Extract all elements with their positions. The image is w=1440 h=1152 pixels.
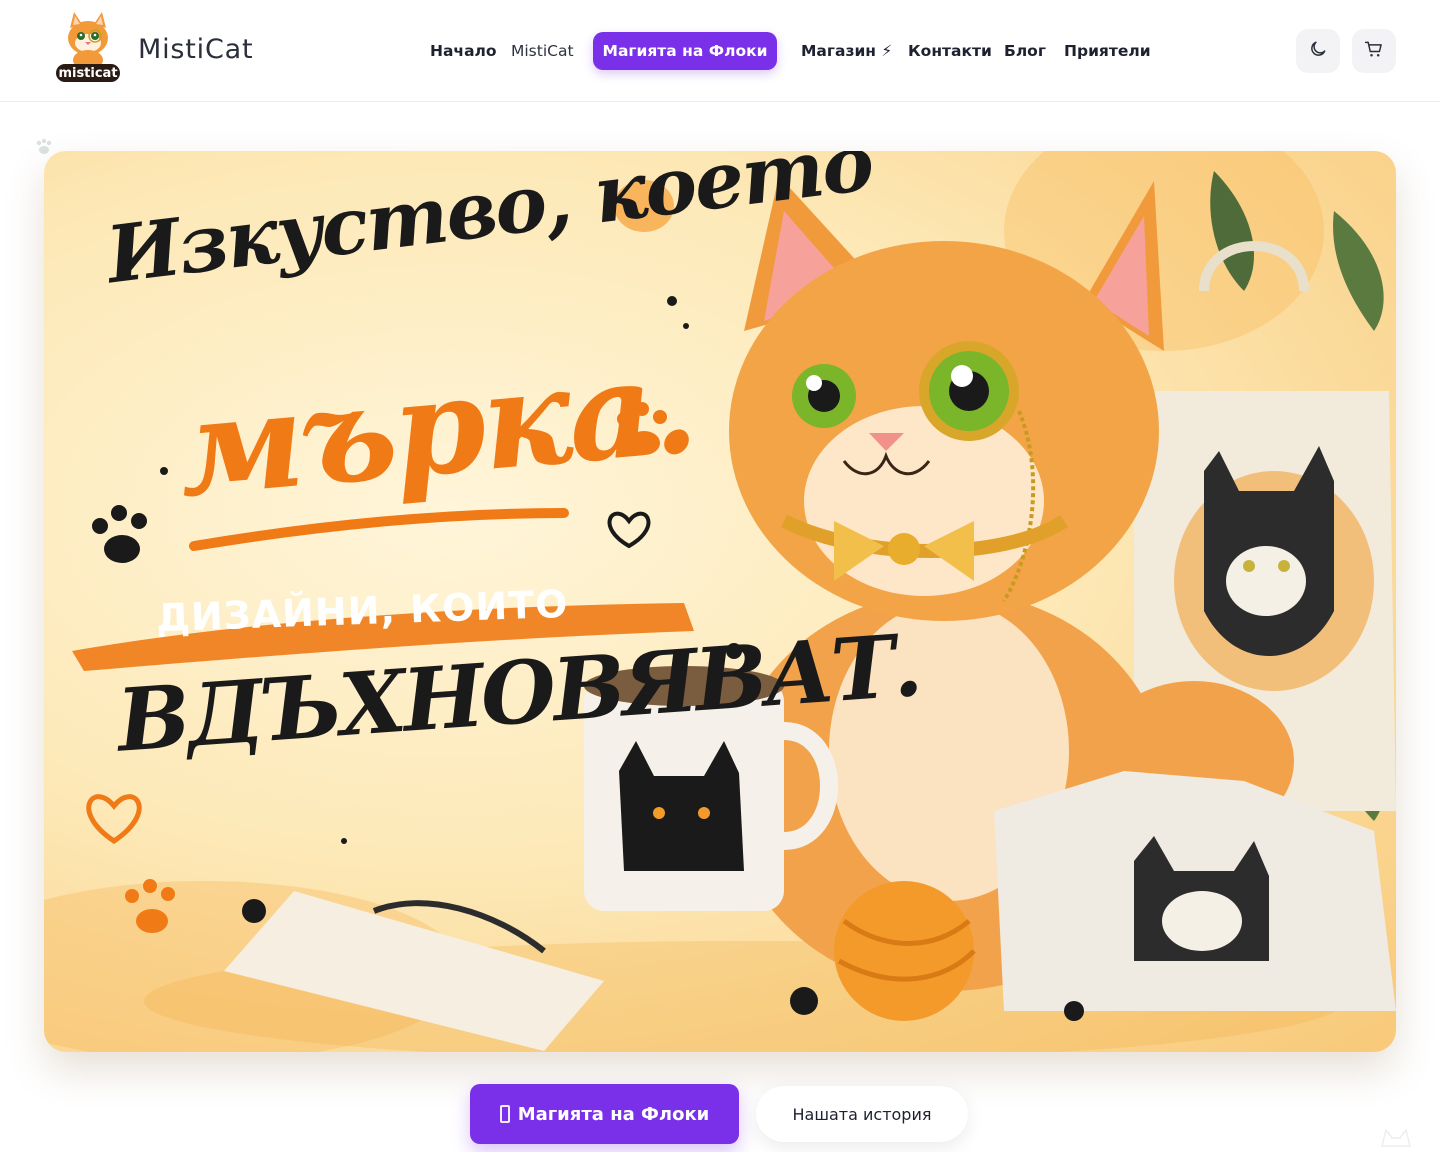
nav-floki-magic[interactable]: Магията на Флоки: [593, 32, 777, 70]
nav-home[interactable]: Начало: [430, 32, 497, 70]
cart-icon: [1364, 39, 1384, 64]
floki-magic-button-label: Магията на Флоки: [517, 1103, 710, 1125]
theme-toggle-button[interactable]: [1296, 29, 1340, 73]
misticat-logo[interactable]: misticat: [54, 12, 124, 84]
our-story-button[interactable]: Нашата история: [756, 1086, 968, 1142]
moon-icon: [1308, 39, 1328, 64]
cat-icon: [1378, 1124, 1414, 1150]
floki-magic-button[interactable]: Магията на Флоки: [470, 1084, 739, 1144]
nav-blog[interactable]: Блог: [1004, 32, 1046, 70]
nav-shop[interactable]: Магазин ⚡: [801, 32, 892, 70]
svg-text:misticat: misticat: [58, 66, 117, 81]
nav-misticat[interactable]: MistiCat: [511, 32, 574, 70]
brand-name[interactable]: MistiCat: [138, 34, 253, 65]
site-header: misticat MistiCat Начало MistiCat Магият…: [0, 0, 1440, 102]
nav-contacts[interactable]: Контакти: [908, 32, 992, 70]
cart-button[interactable]: [1352, 29, 1396, 73]
hero-banner: Изкуство, което мърка. ДИЗАЙНИ, КОИТО ВД…: [44, 151, 1396, 1052]
nav-friends[interactable]: Приятели: [1064, 32, 1151, 70]
magic-icon: [499, 1105, 510, 1123]
